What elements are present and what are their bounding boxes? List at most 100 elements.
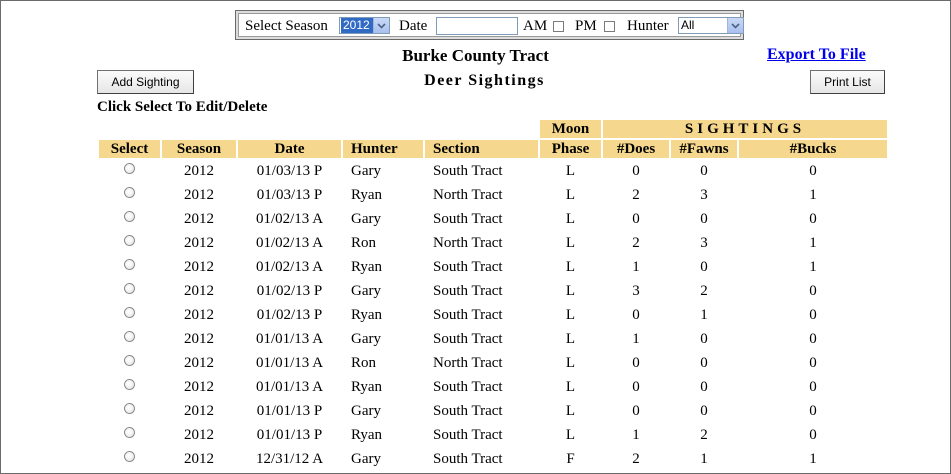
pm-checkbox[interactable] xyxy=(604,21,615,32)
select-radio[interactable] xyxy=(124,283,135,295)
table-row: 2012 01/02/13 P Ryan South Tract L 0 1 0 xyxy=(99,304,887,326)
cell-season: 2012 xyxy=(184,283,214,299)
select-radio[interactable] xyxy=(124,331,135,343)
cell-season: 2012 xyxy=(184,307,214,323)
cell-does: 2 xyxy=(632,451,640,467)
chevron-down-icon[interactable] xyxy=(373,18,389,33)
cell-season: 2012 xyxy=(184,235,214,251)
table-row: 2012 01/01/13 A Ron North Tract L 0 0 0 xyxy=(99,352,887,374)
cell-date: 01/03/13 P xyxy=(256,187,323,203)
select-radio[interactable] xyxy=(124,259,135,271)
cell-does: 0 xyxy=(632,163,640,179)
cell-select xyxy=(99,424,160,446)
select-radio[interactable] xyxy=(124,163,135,175)
cell-select xyxy=(99,376,160,398)
season-select-value: 2012 xyxy=(341,18,373,33)
cell-bucks: 0 xyxy=(809,283,817,299)
cell-select xyxy=(99,232,160,254)
select-radio[interactable] xyxy=(124,451,135,463)
column-header-hunter: Hunter xyxy=(343,140,423,158)
cell-hunter: Gary xyxy=(351,331,381,347)
date-input[interactable] xyxy=(436,17,518,35)
cell-date: 01/02/13 A xyxy=(255,211,324,227)
cell-moon-phase: L xyxy=(565,403,576,419)
cell-section: North Tract xyxy=(433,187,503,203)
select-radio[interactable] xyxy=(124,403,135,415)
cell-moon-phase: L xyxy=(565,283,576,299)
cell-section: South Tract xyxy=(433,427,503,443)
select-radio[interactable] xyxy=(124,355,135,367)
cell-fawns: 0 xyxy=(700,163,708,179)
select-radio[interactable] xyxy=(124,427,135,439)
filter-bar: Select Season 2012 Date AM PM Hunter All xyxy=(235,10,744,40)
cell-date: 01/03/13 P xyxy=(256,163,323,179)
column-header-select: Select xyxy=(99,140,160,158)
am-checkbox[interactable] xyxy=(553,21,564,32)
select-radio[interactable] xyxy=(124,235,135,247)
table-row: 2012 01/02/13 A Gary South Tract L 0 0 0 xyxy=(99,208,887,230)
cell-bucks: 0 xyxy=(809,211,817,227)
cell-bucks: 0 xyxy=(809,331,817,347)
cell-section: South Tract xyxy=(433,451,503,467)
cell-hunter: Ryan xyxy=(351,307,383,323)
cell-fawns: 0 xyxy=(700,211,708,227)
cell-hunter: Gary xyxy=(351,211,381,227)
cell-fawns: 1 xyxy=(700,451,708,467)
cell-moon-phase: L xyxy=(565,163,576,179)
cell-hunter: Ryan xyxy=(351,379,383,395)
cell-moon-phase: L xyxy=(565,235,576,251)
cell-section: South Tract xyxy=(433,211,503,227)
cell-season: 2012 xyxy=(184,451,214,467)
cell-hunter: Ryan xyxy=(351,187,383,203)
cell-bucks: 0 xyxy=(809,307,817,323)
cell-moon-phase: F xyxy=(566,451,575,467)
print-list-button[interactable]: Print List xyxy=(810,70,885,94)
select-radio[interactable] xyxy=(124,307,135,319)
cell-bucks: 1 xyxy=(809,451,817,467)
cell-fawns: 3 xyxy=(700,187,708,203)
select-radio[interactable] xyxy=(124,211,135,223)
hunter-label: Hunter xyxy=(627,18,669,34)
cell-section: South Tract xyxy=(433,283,503,299)
cell-hunter: Gary xyxy=(351,283,381,299)
select-radio[interactable] xyxy=(124,379,135,391)
cell-bucks: 0 xyxy=(809,403,817,419)
cell-does: 0 xyxy=(632,403,640,419)
cell-hunter: Ryan xyxy=(351,427,383,443)
cell-moon-phase: L xyxy=(565,379,576,395)
cell-moon-phase: L xyxy=(565,331,576,347)
cell-moon-phase: L xyxy=(565,307,576,323)
cell-section: South Tract xyxy=(433,307,503,323)
cell-fawns: 3 xyxy=(700,235,708,251)
chevron-down-icon[interactable] xyxy=(727,18,743,33)
cell-date: 01/02/13 A xyxy=(255,235,324,251)
cell-fawns: 1 xyxy=(700,307,708,323)
table-row: 2012 01/02/13 P Gary South Tract L 3 2 0 xyxy=(99,280,887,302)
cell-moon-phase: L xyxy=(565,211,576,227)
cell-does: 1 xyxy=(632,331,640,347)
cell-bucks: 0 xyxy=(809,427,817,443)
cell-hunter: Gary xyxy=(351,451,381,467)
cell-fawns: 0 xyxy=(700,331,708,347)
cell-season: 2012 xyxy=(184,355,214,371)
cell-fawns: 2 xyxy=(700,427,708,443)
header-spacer xyxy=(99,120,538,138)
cell-select xyxy=(99,208,160,230)
cell-bucks: 1 xyxy=(809,187,817,203)
table-row: 2012 01/03/13 P Ryan North Tract L 2 3 1 xyxy=(99,184,887,206)
cell-select xyxy=(99,280,160,302)
cell-section: North Tract xyxy=(433,355,503,371)
table-row: 2012 01/01/13 P Ryan South Tract L 1 2 0 xyxy=(99,424,887,446)
season-select[interactable]: 2012 xyxy=(339,17,390,34)
hunter-select[interactable]: All xyxy=(678,17,744,34)
column-header-phase: Phase xyxy=(540,140,601,158)
cell-moon-phase: L xyxy=(565,355,576,371)
cell-select xyxy=(99,256,160,278)
export-to-file-link[interactable]: Export To File xyxy=(767,46,866,64)
cell-season: 2012 xyxy=(184,331,214,347)
cell-does: 1 xyxy=(632,259,640,275)
cell-select xyxy=(99,160,160,182)
select-radio[interactable] xyxy=(124,187,135,199)
cell-select xyxy=(99,352,160,374)
am-label: AM xyxy=(523,18,548,34)
